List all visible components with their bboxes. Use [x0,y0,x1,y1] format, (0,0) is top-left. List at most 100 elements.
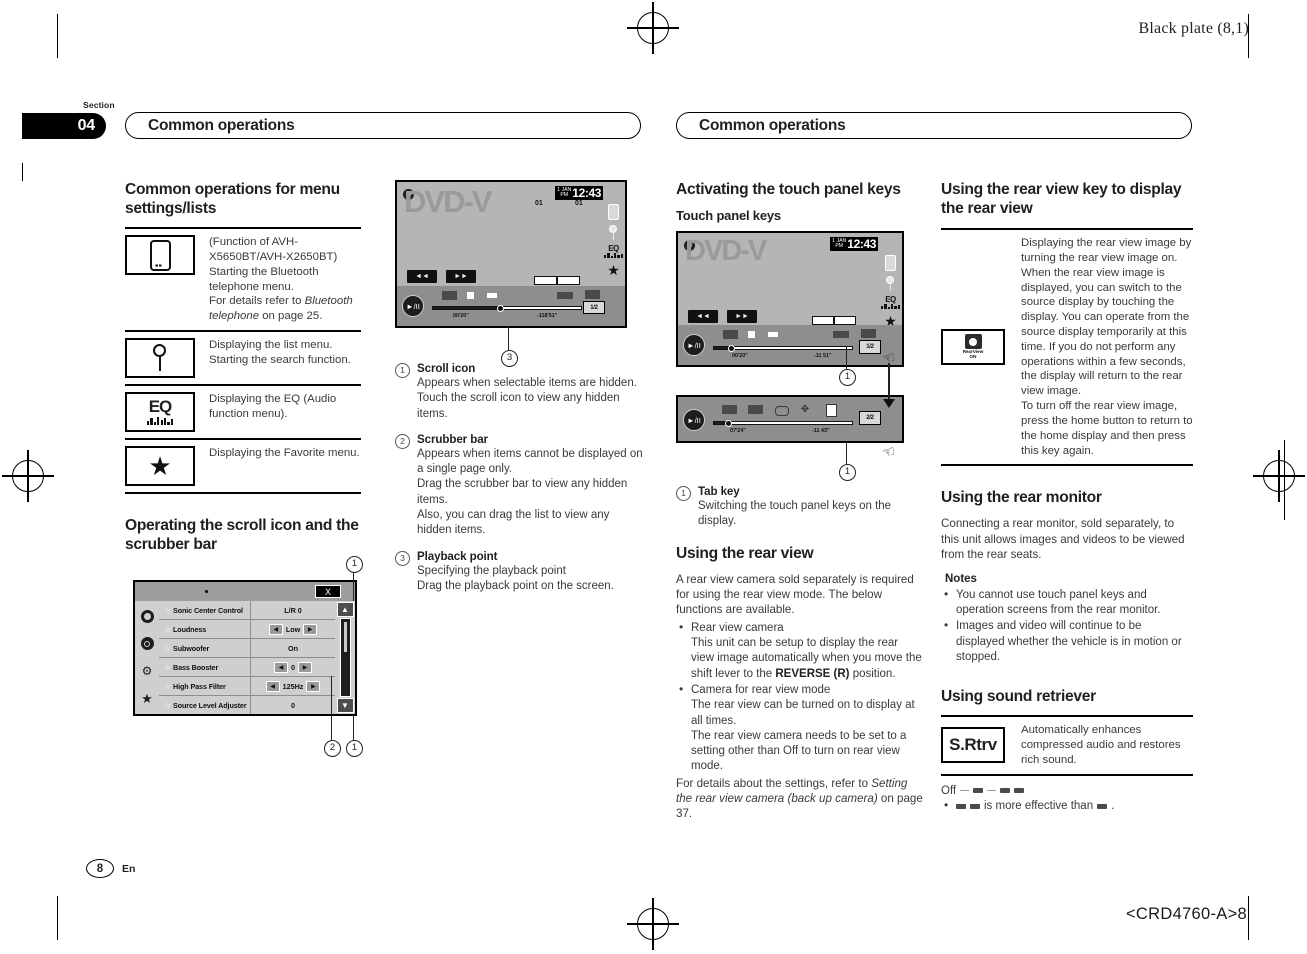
tab-key[interactable]: 2/2 [859,411,881,426]
registration-mark-left [2,450,54,502]
favorite-desc: Displaying the Favorite menu. [209,447,360,459]
full-screen-icon[interactable] [723,330,738,340]
phone-desc-italic: Bluetooth telephone [209,295,353,323]
favorite-star-icon[interactable]: ☆ [162,606,173,615]
list-item[interactable]: ☆ Source Level Adjuster 0 [159,696,335,715]
phone-desc-line2: Starting the Bluetooth telephone menu. [209,265,319,293]
notes-label: Notes [945,572,977,585]
leader-tab-top [846,347,848,370]
menu-icon[interactable] [826,404,837,418]
playback-point-handle[interactable] [497,304,504,312]
list-item: 2 Scrubber bar Appears when items cannot… [395,433,645,539]
rewind-button[interactable]: ◄◄ [688,310,718,324]
increment-icon[interactable]: ▶ [306,680,321,692]
tab-key[interactable]: 1/2 [583,301,605,314]
title-dot [205,590,208,593]
play-pause-button[interactable]: ►/II [683,334,705,357]
audio-icon[interactable] [557,292,573,299]
source-icon[interactable] [140,610,154,624]
subtitle-icon[interactable] [585,290,600,299]
playback-point-handle[interactable] [728,344,735,352]
list-item[interactable]: ☆ Bass Booster ◀ 0 ▶ [159,658,335,678]
callout-title: Tab key [698,485,740,499]
rear-view-key[interactable]: RearView ON [941,329,1005,366]
callout-list: 1 Scroll icon Appears when selectable it… [395,362,645,594]
decrement-icon[interactable]: ◀ [274,661,288,673]
favorite-star-icon[interactable]: ☆ [162,625,173,634]
list-item: Camera for rear view mode The rear view … [676,682,924,775]
fast-forward-button[interactable]: ►► [727,310,757,324]
seek-bar[interactable] [432,306,582,310]
play-pause-button[interactable]: ►/II [683,409,705,432]
playback-point-handle[interactable] [725,419,732,427]
notes-list: You cannot use touch panel keys and oper… [941,587,1193,665]
rear-view-footer: For details about the settings, refer to… [676,776,924,822]
sound-retriever-key[interactable]: S.Rtrv [941,727,1005,764]
scrubber-thumb[interactable] [343,622,347,653]
favorite-star-icon[interactable]: ☆ [162,644,173,653]
step-forward-icon[interactable] [487,293,497,298]
callout-number: 1 [676,486,691,502]
stop-icon[interactable] [748,331,755,339]
close-icon[interactable]: X [315,585,341,599]
camera-lens-icon [964,334,982,350]
decrement-icon[interactable]: ◀ [265,680,280,692]
scrubber-bar[interactable] [339,618,351,698]
scroll-up-icon[interactable]: ▲ [336,602,354,618]
phone-icon[interactable] [884,255,896,272]
phone-key[interactable] [125,235,195,276]
audio-icon[interactable] [140,637,154,651]
decrement-icon[interactable]: ◀ [268,623,283,635]
favorite-star-icon[interactable]: ☆ [162,663,173,672]
star-icon[interactable]: ★ [607,263,620,277]
left-channel-icon[interactable] [722,405,737,415]
phone-desc-line1: (Function of AVH-X5650BT/AVH-X2650BT) [209,236,338,263]
fast-forward-button[interactable]: ►► [446,270,476,283]
subtitle-icon[interactable] [861,329,876,339]
menu-keys-table: (Function of AVH-X5650BT/AVH-X2650BT) St… [125,227,361,494]
eq-icon[interactable]: EQ [880,295,900,310]
eq-key[interactable]: EQ [125,392,195,432]
off-level-indicator: Off [941,785,1193,797]
pin-icon[interactable] [885,276,895,292]
list-item: 3 Playback point Specifying the playback… [395,550,645,595]
increment-icon[interactable]: ▶ [298,661,312,673]
table-row-favorite: ★ Displaying the Favorite menu. [125,438,361,494]
clock-ampm: PM [560,192,569,198]
phone-icon[interactable] [607,204,619,220]
figure-callout-3: 3 [501,350,518,367]
scroll-down-icon[interactable]: ▼ [336,698,354,714]
favorite-key[interactable]: ★ [125,446,195,486]
row-label: Sonic Center Control [173,605,243,615]
list-item[interactable]: ☆ Subwoofer On [159,639,335,659]
gear-icon[interactable]: ⚙ [141,664,154,678]
tab-key[interactable]: 1/2 [859,340,881,355]
callout-text: Appears when selectable items are hidden… [417,377,637,420]
list-key[interactable] [125,338,195,378]
list-item[interactable]: ☆ Sonic Center Control L/R 0 [159,601,335,621]
eq-icon[interactable]: EQ [603,244,623,259]
list-item[interactable]: ☆ High Pass Filter ◀ 125Hz ▶ [159,677,335,697]
list-item[interactable]: ☆ Loudness ◀ Low ▶ [159,620,335,640]
increment-icon[interactable]: ▶ [303,623,318,635]
time-elapsed: 07'24" [730,428,746,435]
pan-icon[interactable]: ✥ [800,405,810,415]
favorite-rail-icon[interactable]: ★ [141,692,153,705]
stop-icon[interactable] [467,292,474,299]
callout-text: Switching the touch panel keys on the di… [698,500,892,528]
time-elapsed: 00'20" [732,353,748,360]
list-item: 1 Scroll icon Appears when selectable it… [395,362,645,422]
rewind-button[interactable]: ◄◄ [407,270,437,283]
audio-icon[interactable] [833,331,849,339]
pin-icon[interactable] [608,225,618,240]
full-screen-icon[interactable] [442,291,457,300]
favorite-star-icon[interactable]: ☆ [162,701,173,710]
play-pause-button[interactable]: ►/II [402,295,424,317]
repeat-icon[interactable] [775,406,789,417]
clock-display: 1 JAN PM 12:43 [555,186,603,200]
angle-icon[interactable] [748,405,763,415]
favorite-star-icon[interactable]: ☆ [162,682,173,691]
seek-bar[interactable] [713,421,853,426]
row-value: 125Hz [282,681,304,691]
step-forward-icon[interactable] [768,332,778,338]
